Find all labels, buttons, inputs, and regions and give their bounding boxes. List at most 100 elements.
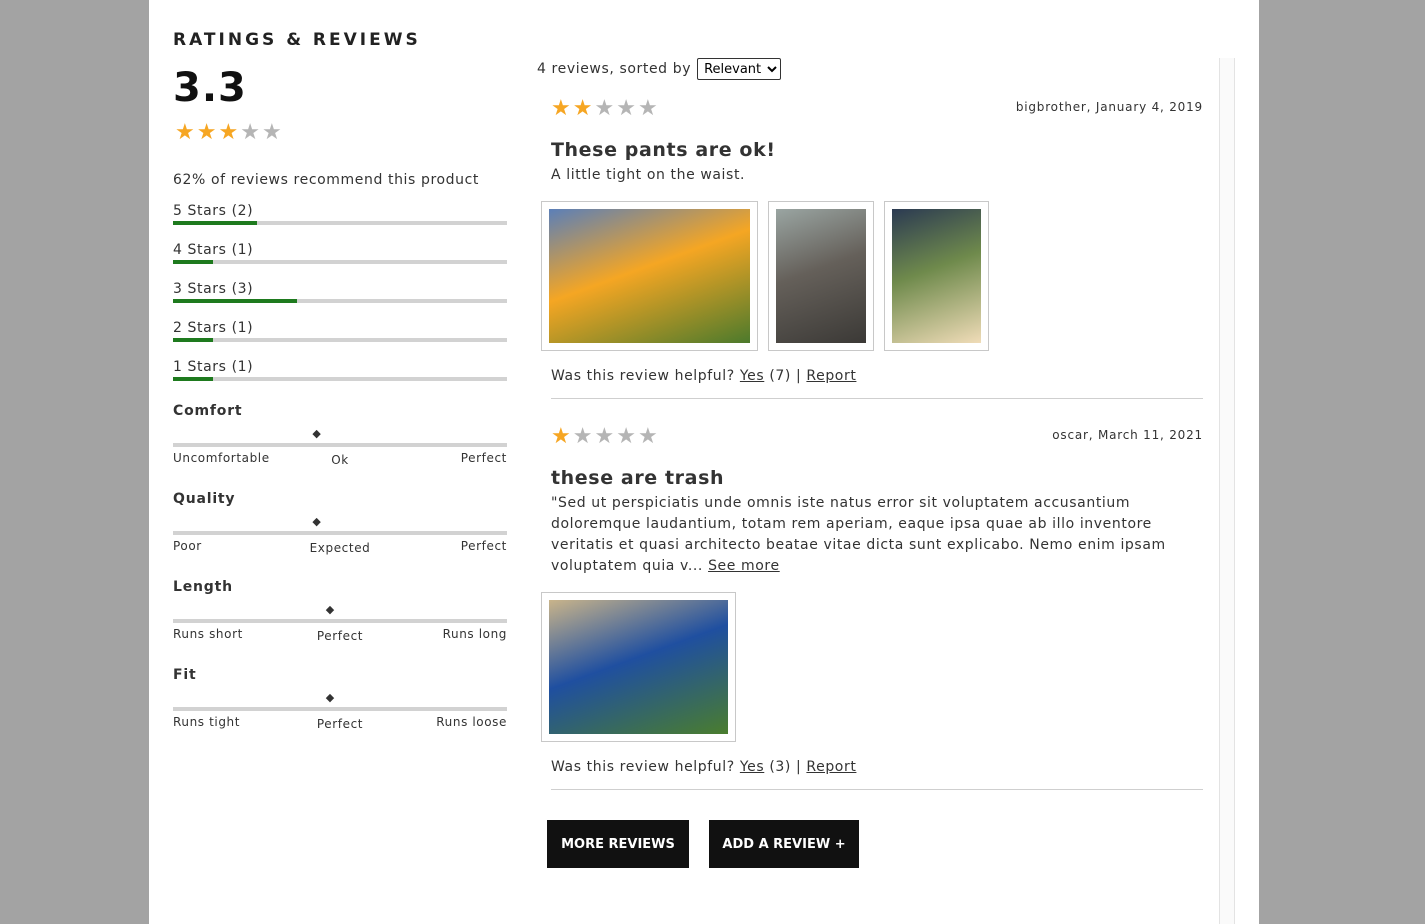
characteristic-marker-icon: ◆ xyxy=(312,427,321,440)
scale-low-label: Runs tight xyxy=(173,715,241,729)
characteristic-track: ◆ xyxy=(173,691,507,711)
scale-high-label: Perfect xyxy=(460,539,507,553)
rating-bar-fill xyxy=(173,377,214,381)
rating-bar-track xyxy=(173,377,507,381)
star-icon: ★ xyxy=(616,424,636,449)
rating-bar-fill xyxy=(173,299,297,303)
scale-low-label: Uncomfortable xyxy=(173,451,270,465)
scrollbar[interactable] xyxy=(1219,58,1235,924)
review-tile: ★ ★ ★ ★ ★ bigbrother, January 4, 2019 These pa… xyxy=(541,98,1203,399)
review-body-text: "Sed ut perspiciatis unde omnis iste nat… xyxy=(551,495,1166,574)
characteristic-marker-icon: ◆ xyxy=(325,691,335,704)
characteristic-name: Comfort xyxy=(173,403,243,419)
photo-woman-standing-dirt xyxy=(776,209,866,343)
review-photo-thumbnail[interactable] xyxy=(768,201,874,351)
star-icon: ★ xyxy=(637,424,658,449)
star-breakdown: 5 Stars (2) 4 Stars (1) 3 Stars (3) 2 Stars… xyxy=(173,200,507,381)
helpful-yes-link[interactable]: Yes xyxy=(740,759,764,775)
average-rating: 3.3 xyxy=(173,65,247,111)
review-photos xyxy=(541,592,1203,742)
review-photo-thumbnail[interactable] xyxy=(884,201,989,351)
scale-low-label: Runs short xyxy=(173,627,243,641)
star-icon: ★ xyxy=(196,120,217,145)
characteristic-length: Length ◆ Runs short Perfect Runs long xyxy=(173,579,507,645)
add-review-button[interactable]: ADD A REVIEW + xyxy=(709,820,859,868)
star-filter-label[interactable]: 3 Stars (3) xyxy=(173,281,253,297)
characteristic-name: Length xyxy=(173,579,233,595)
review-photo-thumbnail[interactable] xyxy=(541,592,736,742)
star-icon: ★ xyxy=(175,120,195,145)
characteristic-track: ◆ xyxy=(173,603,507,623)
review-body-text: A little tight on the waist. xyxy=(551,167,746,183)
characteristic-scale: Uncomfortable Ok Perfect xyxy=(173,451,507,469)
rating-bar-fill xyxy=(173,338,214,342)
characteristic-scale: Runs tight Perfect Runs loose xyxy=(173,715,507,733)
ratings-breakdown: 3.3 ★ ★ ★ ★ ★ 62% of reviews recommend this … xyxy=(173,60,507,733)
helpful-count: (3) | xyxy=(769,759,802,775)
review-summary: these are trash xyxy=(551,467,725,489)
characteristic-scale: Runs short Perfect Runs long xyxy=(173,627,507,645)
star-filter-label[interactable]: 4 Stars (1) xyxy=(173,242,253,258)
characteristic-name: Fit xyxy=(173,667,197,683)
report-link[interactable]: Report xyxy=(806,759,856,775)
review-count: 4 reviews, sorted by xyxy=(537,61,692,77)
more-reviews-button[interactable]: MORE REVIEWS xyxy=(547,820,689,868)
characteristic-fit: Fit ◆ Runs tight Perfect Runs loose xyxy=(173,667,507,733)
review-body: A little tight on the waist. xyxy=(551,165,1203,186)
photo-man-field-trees xyxy=(892,209,981,343)
review-divider xyxy=(551,789,1203,790)
characteristic-comfort: Comfort ◆ Uncomfortable Ok Perfect xyxy=(173,403,507,469)
scale-mid-label: Expected xyxy=(309,541,371,555)
star-icon: ★ xyxy=(594,96,615,121)
review-tile: ★ ★ ★ ★ ★ oscar, March 11, 2021 these are tras… xyxy=(541,426,1203,790)
star-icon: ★ xyxy=(261,120,282,145)
helpful-prompt: Was this review helpful? xyxy=(551,368,735,384)
scale-high-label: Runs loose xyxy=(436,715,507,729)
star-icon: ★ xyxy=(616,96,636,121)
scale-high-label: Perfect xyxy=(460,451,507,465)
star-filter-row[interactable]: 5 Stars (2) xyxy=(173,200,507,225)
star-icon: ★ xyxy=(218,120,239,145)
characteristic-marker-icon: ◆ xyxy=(312,515,321,528)
recommend-text: 62% of reviews recommend this product xyxy=(173,172,480,188)
star-filter-label[interactable]: 5 Stars (2) xyxy=(173,203,253,219)
sort-select[interactable]: Relevant xyxy=(697,58,782,80)
review-body: "Sed ut perspiciatis unde omnis iste nat… xyxy=(551,493,1203,577)
characteristic-quality: Quality ◆ Poor Expected Perfect xyxy=(173,491,507,557)
helpful-prompt: Was this review helpful? xyxy=(551,759,735,775)
review-author-date: oscar, March 11, 2021 xyxy=(1052,428,1203,442)
photo-jeans-lying-grass xyxy=(549,209,750,343)
characteristic-scale: Poor Expected Perfect xyxy=(173,539,507,557)
review-stars: ★ ★ ★ ★ ★ xyxy=(551,98,658,120)
star-icon: ★ xyxy=(572,96,593,121)
report-link[interactable]: Report xyxy=(806,368,856,384)
review-photo-thumbnail[interactable] xyxy=(541,201,758,351)
photo-trash-pile xyxy=(549,600,728,734)
rating-bar-track xyxy=(173,260,507,264)
helpful-row: Was this review helpful? Yes (7) | Repor… xyxy=(551,368,1203,384)
characteristic-marker-icon: ◆ xyxy=(325,603,335,616)
rating-bar-track xyxy=(173,338,507,342)
star-icon: ★ xyxy=(551,96,571,121)
rating-bar-track xyxy=(173,299,507,303)
star-filter-row[interactable]: 4 Stars (1) xyxy=(173,239,507,264)
star-filter-row[interactable]: 2 Stars (1) xyxy=(173,317,507,342)
star-filter-label[interactable]: 2 Stars (1) xyxy=(173,320,253,336)
rating-bar-fill xyxy=(173,260,214,264)
scale-high-label: Runs long xyxy=(442,627,507,641)
section-title: RATINGS & REVIEWS xyxy=(173,30,421,50)
review-photos xyxy=(541,201,1203,351)
helpful-yes-link[interactable]: Yes xyxy=(740,368,764,384)
star-icon: ★ xyxy=(240,120,260,145)
characteristic-track: ◆ xyxy=(173,515,507,535)
star-filter-label[interactable]: 1 Stars (1) xyxy=(173,359,253,375)
review-stars: ★ ★ ★ ★ ★ xyxy=(551,426,658,448)
star-filter-row[interactable]: 3 Stars (3) xyxy=(173,278,507,303)
helpful-count: (7) | xyxy=(769,368,802,384)
review-author-date: bigbrother, January 4, 2019 xyxy=(1015,100,1203,114)
star-filter-row[interactable]: 1 Stars (1) xyxy=(173,356,507,381)
average-stars: ★ ★ ★ ★ ★ xyxy=(175,122,507,144)
star-icon: ★ xyxy=(594,424,615,449)
see-more-link[interactable]: See more xyxy=(708,558,780,574)
helpful-row: Was this review helpful? Yes (3) | Repor… xyxy=(551,759,1203,775)
